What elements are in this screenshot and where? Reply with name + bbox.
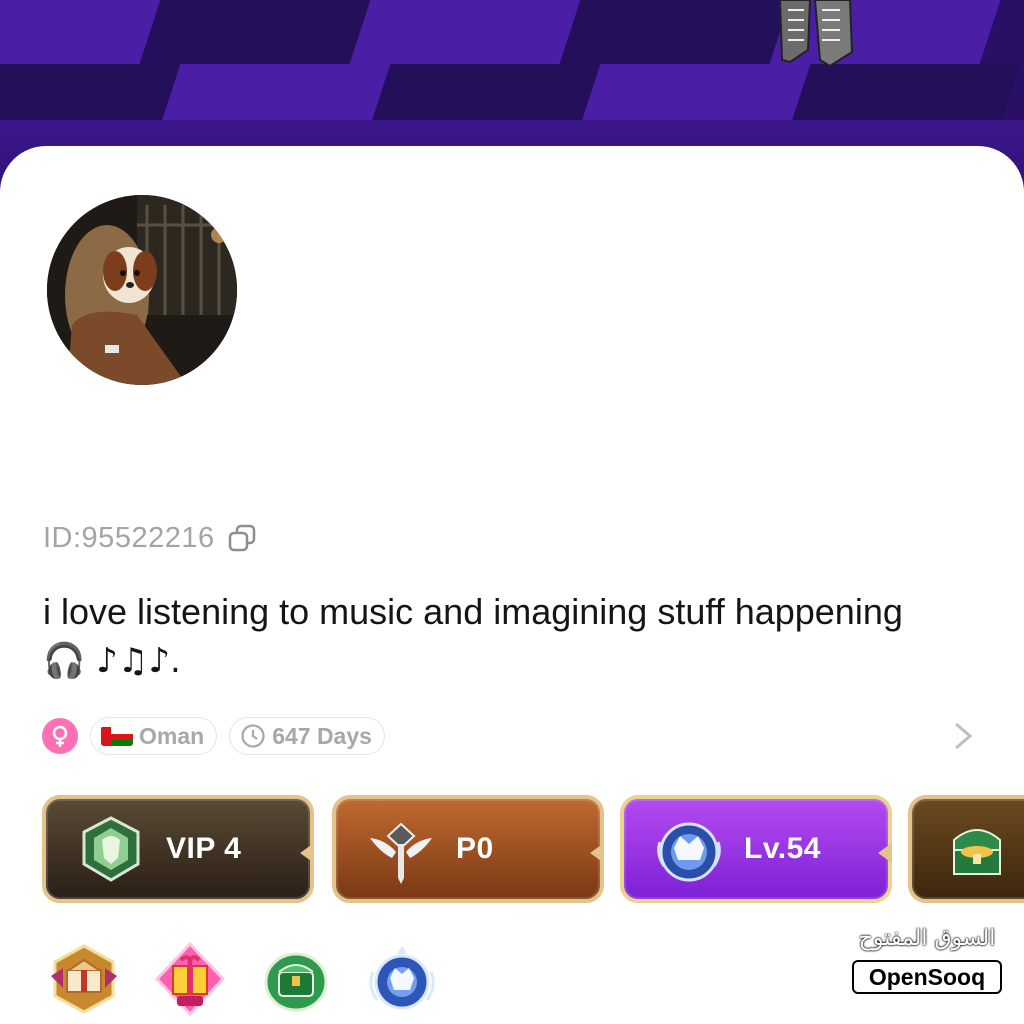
- clock-icon: [241, 724, 265, 748]
- treasure-chest-emblem-icon: [953, 829, 1001, 875]
- country-label: Oman: [139, 722, 205, 749]
- p-level-label: P0: [456, 832, 494, 865]
- bio-emoji: 🎧 ♪♫♪.: [43, 641, 181, 681]
- gift-medal-icon[interactable]: [153, 942, 227, 1016]
- blue-crown-medal-icon[interactable]: [365, 942, 439, 1016]
- watermark-english: OpenSooq: [852, 960, 1002, 994]
- badge-row: VIP 4 P0 Lv.54: [42, 795, 1024, 905]
- p-level-badge[interactable]: P0: [332, 795, 604, 903]
- bio-sentence: i love listening to music and imagining …: [43, 591, 903, 632]
- lion-emblem-icon: [82, 816, 140, 882]
- copy-icon[interactable]: [227, 523, 257, 553]
- user-id-text: ID:95522216: [43, 521, 215, 554]
- chevron-right-icon[interactable]: [948, 718, 978, 754]
- green-chest-medal-icon[interactable]: [259, 942, 333, 1016]
- watermark-arabic: السوق المفتوح: [858, 926, 996, 951]
- medal-row: [47, 942, 439, 1018]
- user-level-badge[interactable]: Lv.54: [620, 795, 892, 903]
- gift-box-medal-icon[interactable]: [47, 942, 121, 1016]
- treasure-badge[interactable]: [908, 795, 1024, 903]
- country-chip[interactable]: Oman: [90, 717, 218, 755]
- bio-text: i love listening to music and imagining …: [43, 588, 903, 685]
- profile-avatar[interactable]: [47, 195, 237, 385]
- female-icon: [42, 718, 78, 754]
- opensooq-watermark: السوق المفتوح OpenSooq: [852, 926, 1002, 998]
- crown-emblem-icon: [657, 822, 721, 882]
- user-level-label: Lv.54: [744, 832, 821, 865]
- days-chip[interactable]: 647 Days: [229, 717, 385, 755]
- character-legs-image: [778, 0, 854, 68]
- vip-label: VIP 4: [166, 832, 242, 865]
- profile-tags: Oman 647 Days: [42, 716, 385, 756]
- user-id-row: ID:95522216: [43, 518, 257, 558]
- avatar-photo: [47, 195, 237, 385]
- days-label: 647 Days: [272, 722, 372, 749]
- oman-flag-icon: [101, 726, 133, 746]
- winged-sword-emblem-icon: [370, 822, 432, 884]
- vip-badge[interactable]: VIP 4: [42, 795, 314, 903]
